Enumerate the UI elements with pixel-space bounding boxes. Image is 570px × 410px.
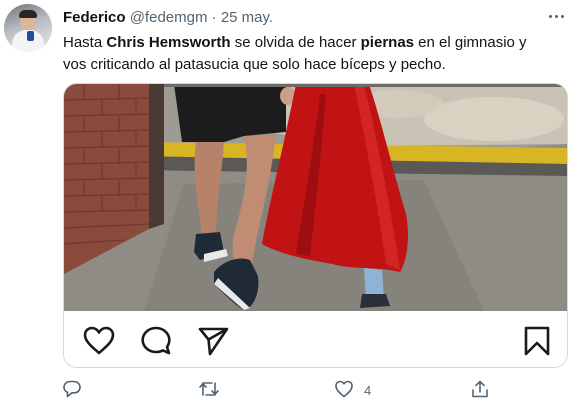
tweet-text-part: Hasta [63,34,107,51]
photo-illustration [64,84,567,311]
author-handle[interactable]: @fedemgm [130,9,208,26]
tweet-text-part: se olvida de hacer [230,34,361,51]
like-count: 4 [364,383,372,398]
tweet-text: Hasta Chris Hemsworth se olvida de hacer… [63,32,543,76]
bold-piernas: piernas [360,34,414,51]
photo[interactable] [64,84,567,311]
tweet-date[interactable]: 25 may. [221,9,273,26]
avatar[interactable] [4,4,52,52]
tweet-header: Federico @fedemgm · 25 may. [63,9,273,27]
reply-icon[interactable] [62,379,82,399]
comment-icon[interactable] [139,325,173,357]
separator: · [211,9,217,26]
mention-chris-hemsworth: Chris Hemsworth [106,34,231,51]
bookmark-icon[interactable] [520,325,554,357]
media-action-bar [64,311,567,367]
media-card[interactable] [63,83,568,368]
heart-icon[interactable] [82,325,116,357]
share-icon[interactable] [470,379,490,399]
tweet[interactable]: Federico @fedemgm · 25 may. Hasta Chris … [0,0,570,410]
author-name[interactable]: Federico [63,9,126,26]
like-icon[interactable] [334,379,354,399]
send-icon[interactable] [196,325,230,357]
retweet-icon[interactable] [198,379,220,399]
more-options-icon[interactable] [548,10,566,24]
